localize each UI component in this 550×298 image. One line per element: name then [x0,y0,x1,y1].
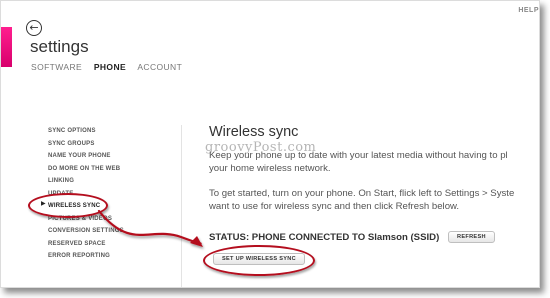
annotation-arrow-icon [97,209,203,247]
app-window: ← HELP settings SOFTWARE PHONE ACCOUNT S… [0,0,540,288]
